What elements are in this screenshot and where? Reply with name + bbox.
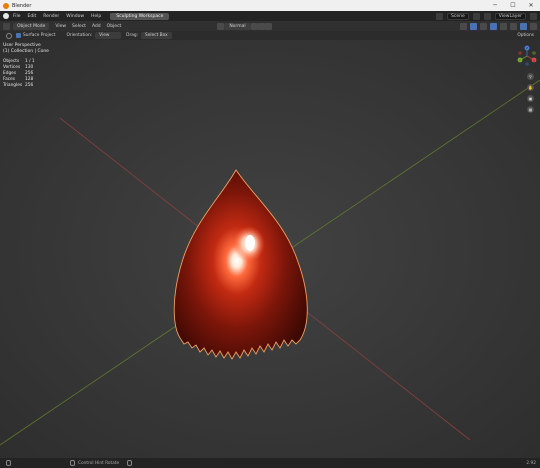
menu-view[interactable]: View	[55, 24, 66, 29]
viewport-scene	[0, 40, 540, 458]
shading-rendered-icon[interactable]	[530, 22, 537, 30]
visibility-icon[interactable]	[460, 22, 467, 30]
minimize-button[interactable]: ─	[486, 0, 504, 11]
options-dropdown[interactable]: Options	[517, 33, 534, 38]
status-hint: Control Hint Rotate	[78, 460, 120, 466]
menu-select[interactable]: Select	[72, 24, 86, 29]
version-label: 2.92	[526, 460, 536, 466]
workspace-tab-sculpting[interactable]: Sculpting Workspace	[110, 12, 170, 20]
window-title: Blender	[12, 2, 32, 9]
gizmo-toggle-icon[interactable]	[470, 22, 477, 30]
mode-dropdown[interactable]: Object Mode	[13, 22, 50, 30]
svg-text:Z: Z	[526, 46, 528, 50]
ortho-grid-icon[interactable]: ▦	[527, 106, 534, 113]
transform-orientation-icon[interactable]	[217, 22, 225, 30]
stat-row: Triangles 256	[3, 83, 34, 88]
scene-new-icon[interactable]	[472, 12, 480, 20]
navigation-gizmo[interactable]: X Y Z	[516, 45, 538, 67]
3d-viewport[interactable]: User Perspective (1) Collection | Cone O…	[0, 40, 540, 458]
shading-wireframe-icon[interactable]	[500, 22, 507, 30]
collection-label: (1) Collection | Cone	[3, 49, 49, 54]
viewport-info: User Perspective (1) Collection | Cone	[3, 43, 49, 55]
surface-project-label: Surface Project	[23, 33, 56, 38]
shading-solid-icon[interactable]	[510, 22, 517, 30]
viewlayer-new-icon[interactable]	[530, 12, 537, 20]
blender-app-icon	[3, 2, 9, 9]
surface-project-checkbox[interactable]	[16, 33, 21, 38]
menu-file[interactable]: File	[13, 14, 21, 19]
svg-text:Y: Y	[519, 59, 521, 63]
scene-selector[interactable]: Scene	[447, 12, 469, 20]
shading-controls	[460, 22, 537, 30]
maximize-button[interactable]: ☐	[504, 0, 522, 11]
overlay-toggle-icon[interactable]	[480, 22, 487, 30]
tool-settings-header: Surface Project Orientation: View Drag: …	[0, 31, 540, 40]
orientation-value-dropdown[interactable]: View	[95, 32, 122, 39]
mouse-left-icon	[6, 460, 11, 466]
blender-logo-icon[interactable]	[3, 13, 9, 19]
menu-render[interactable]: Render	[43, 14, 59, 19]
drag-label: Drag:	[126, 33, 139, 38]
viewlayer-selector[interactable]: ViewLayer	[494, 12, 526, 20]
snap-icon[interactable]	[257, 22, 265, 30]
mouse-right-icon	[127, 460, 133, 466]
window-controls: ─ ☐ ✕	[486, 0, 540, 11]
viewlayer-icon[interactable]	[483, 12, 491, 20]
status-bar: Control Hint Rotate 2.92	[0, 458, 540, 468]
close-button[interactable]: ✕	[522, 0, 540, 11]
xray-toggle-icon[interactable]	[490, 22, 497, 30]
pan-hand-icon[interactable]: ✋	[527, 84, 534, 91]
menu-window[interactable]: Window	[66, 14, 84, 19]
scene-icon[interactable]	[436, 12, 444, 20]
proportional-edit-icon[interactable]	[264, 22, 272, 30]
scene-controls: Scene ViewLayer	[436, 12, 537, 20]
scene-statistics: Objects 1 / 1 Vertices 130 Edges 256 Faces 1…	[3, 59, 35, 89]
editor-type-icon[interactable]	[3, 22, 10, 30]
drag-value-dropdown[interactable]: Select Box	[141, 32, 172, 39]
menu-object[interactable]: Object	[107, 24, 122, 29]
active-tool-icon[interactable]	[6, 32, 12, 39]
orientation-dropdown[interactable]: Normal	[224, 22, 251, 30]
top-menubar: File Edit Render Window Help Sculpting W…	[0, 11, 540, 21]
zoom-icon[interactable]: ⚲	[527, 73, 534, 80]
orientation-label: Orientation:	[66, 33, 93, 38]
svg-text:X: X	[533, 59, 535, 63]
window-titlebar: Blender ─ ☐ ✕	[0, 0, 540, 11]
menu-help[interactable]: Help	[91, 14, 101, 19]
camera-view-icon[interactable]: ▣	[527, 95, 534, 102]
menu-add[interactable]: Add	[92, 24, 101, 29]
mouse-middle-icon	[70, 460, 75, 466]
shading-material-icon[interactable]	[520, 22, 527, 30]
menu-edit[interactable]: Edit	[28, 14, 37, 19]
pivot-icon[interactable]	[250, 22, 258, 30]
viewport-header: Object Mode View Select Add Object Norma…	[0, 21, 540, 31]
